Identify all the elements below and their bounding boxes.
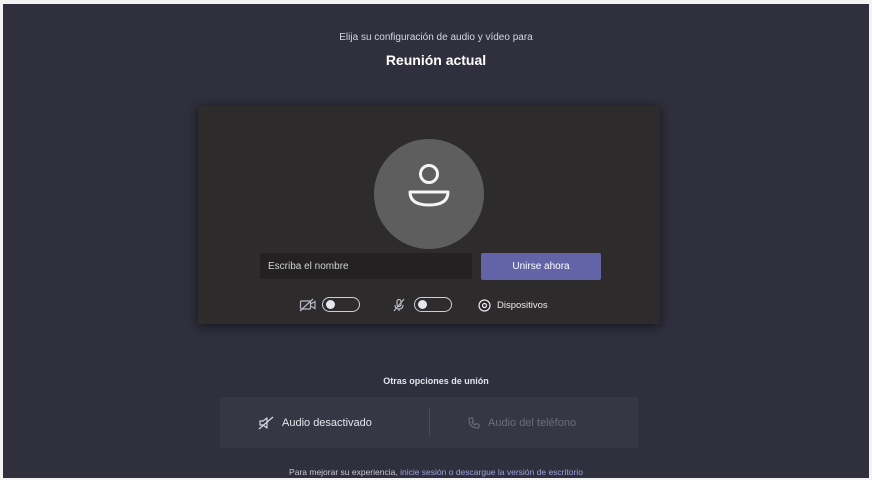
sign-in-download-link[interactable]: inicie sesión o descargue la versión de …	[400, 467, 583, 477]
join-now-button[interactable]: Unirse ahora	[481, 253, 601, 280]
video-off-icon	[299, 298, 316, 312]
phone-audio-label: Audio del teléfono	[488, 416, 577, 429]
audio-off-label: Audio desactivado	[282, 416, 372, 429]
video-toggle[interactable]	[322, 297, 360, 312]
gear-icon	[478, 298, 491, 312]
mic-toggle[interactable]	[414, 297, 452, 312]
person-icon	[408, 164, 450, 207]
devices-button[interactable]: Dispositivos	[478, 296, 548, 314]
phone-icon	[468, 416, 480, 429]
footer-note: Para mejorar su experiencia, inicie sesi…	[3, 467, 869, 477]
meeting-title: Reunión actual	[385, 52, 487, 68]
options-divider	[429, 408, 430, 437]
video-preview-panel: Unirse ahora	[198, 106, 660, 324]
other-join-options: Audio desactivado Audio del teléfono	[220, 397, 638, 448]
audio-off-option[interactable]: Audio desactivado	[258, 397, 372, 448]
mic-off-icon	[393, 298, 405, 312]
footer-prefix: Para mejorar su experiencia,	[289, 467, 401, 477]
other-join-options-title: Otras opciones de unión	[383, 376, 489, 386]
phone-audio-option[interactable]: Audio del teléfono	[468, 397, 576, 448]
media-controls: Dispositivos	[198, 295, 660, 315]
teams-prejoin-screen: Elija su configuración de audio y vídeo …	[3, 4, 869, 478]
prejoin-subtitle: Elija su configuración de audio y vídeo …	[339, 32, 533, 43]
devices-label: Dispositivos	[497, 299, 548, 311]
name-input[interactable]	[260, 253, 472, 279]
mic-toggle-knob	[418, 300, 427, 309]
avatar	[374, 139, 484, 249]
speaker-off-icon	[258, 416, 274, 429]
video-toggle-knob	[326, 300, 335, 309]
